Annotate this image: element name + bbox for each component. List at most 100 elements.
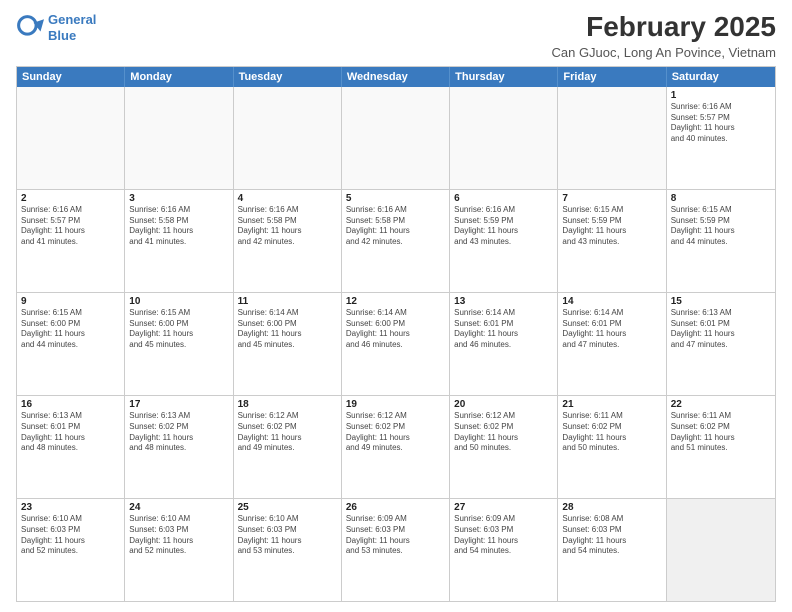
calendar-cell: 9Sunrise: 6:15 AM Sunset: 6:00 PM Daylig… [17,293,125,395]
day-info: Sunrise: 6:13 AM Sunset: 6:01 PM Dayligh… [671,308,771,351]
day-number: 28 [562,502,661,513]
calendar-cell [234,87,342,189]
calendar-cell: 12Sunrise: 6:14 AM Sunset: 6:00 PM Dayli… [342,293,450,395]
calendar-row: 9Sunrise: 6:15 AM Sunset: 6:00 PM Daylig… [17,292,775,395]
calendar-cell: 24Sunrise: 6:10 AM Sunset: 6:03 PM Dayli… [125,499,233,601]
calendar-row: 2Sunrise: 6:16 AM Sunset: 5:57 PM Daylig… [17,189,775,292]
weekday-header: Saturday [667,67,775,87]
logo-icon [16,14,44,42]
calendar-cell: 10Sunrise: 6:15 AM Sunset: 6:00 PM Dayli… [125,293,233,395]
calendar-cell: 26Sunrise: 6:09 AM Sunset: 6:03 PM Dayli… [342,499,450,601]
month-title: February 2025 [551,12,776,43]
day-info: Sunrise: 6:10 AM Sunset: 6:03 PM Dayligh… [238,514,337,557]
calendar-cell: 2Sunrise: 6:16 AM Sunset: 5:57 PM Daylig… [17,190,125,292]
day-number: 16 [21,399,120,410]
day-number: 25 [238,502,337,513]
calendar-cell: 18Sunrise: 6:12 AM Sunset: 6:02 PM Dayli… [234,396,342,498]
day-number: 1 [671,90,771,101]
day-number: 18 [238,399,337,410]
weekday-header: Monday [125,67,233,87]
day-number: 22 [671,399,771,410]
calendar-cell: 21Sunrise: 6:11 AM Sunset: 6:02 PM Dayli… [558,396,666,498]
calendar-cell: 5Sunrise: 6:16 AM Sunset: 5:58 PM Daylig… [342,190,450,292]
weekday-header: Wednesday [342,67,450,87]
calendar-cell: 1Sunrise: 6:16 AM Sunset: 5:57 PM Daylig… [667,87,775,189]
calendar-cell [450,87,558,189]
logo-blue: Blue [48,28,76,43]
day-number: 7 [562,193,661,204]
day-info: Sunrise: 6:08 AM Sunset: 6:03 PM Dayligh… [562,514,661,557]
day-info: Sunrise: 6:16 AM Sunset: 5:58 PM Dayligh… [238,205,337,248]
day-number: 3 [129,193,228,204]
day-number: 26 [346,502,445,513]
day-info: Sunrise: 6:14 AM Sunset: 6:01 PM Dayligh… [454,308,553,351]
calendar-cell: 19Sunrise: 6:12 AM Sunset: 6:02 PM Dayli… [342,396,450,498]
day-info: Sunrise: 6:16 AM Sunset: 5:59 PM Dayligh… [454,205,553,248]
calendar-row: 23Sunrise: 6:10 AM Sunset: 6:03 PM Dayli… [17,498,775,601]
calendar-cell [125,87,233,189]
calendar-body: 1Sunrise: 6:16 AM Sunset: 5:57 PM Daylig… [17,87,775,601]
day-info: Sunrise: 6:15 AM Sunset: 6:00 PM Dayligh… [21,308,120,351]
day-info: Sunrise: 6:14 AM Sunset: 6:00 PM Dayligh… [346,308,445,351]
day-info: Sunrise: 6:16 AM Sunset: 5:58 PM Dayligh… [346,205,445,248]
calendar-cell: 6Sunrise: 6:16 AM Sunset: 5:59 PM Daylig… [450,190,558,292]
day-info: Sunrise: 6:13 AM Sunset: 6:01 PM Dayligh… [21,411,120,454]
day-number: 27 [454,502,553,513]
day-info: Sunrise: 6:16 AM Sunset: 5:58 PM Dayligh… [129,205,228,248]
calendar-cell: 17Sunrise: 6:13 AM Sunset: 6:02 PM Dayli… [125,396,233,498]
day-number: 15 [671,296,771,307]
day-number: 11 [238,296,337,307]
day-number: 9 [21,296,120,307]
calendar-cell: 4Sunrise: 6:16 AM Sunset: 5:58 PM Daylig… [234,190,342,292]
title-area: February 2025 Can GJuoc, Long An Povince… [551,12,776,60]
day-info: Sunrise: 6:12 AM Sunset: 6:02 PM Dayligh… [238,411,337,454]
weekday-header: Thursday [450,67,558,87]
day-number: 5 [346,193,445,204]
day-info: Sunrise: 6:15 AM Sunset: 5:59 PM Dayligh… [671,205,771,248]
calendar-cell: 14Sunrise: 6:14 AM Sunset: 6:01 PM Dayli… [558,293,666,395]
location-subtitle: Can GJuoc, Long An Povince, Vietnam [551,45,776,60]
calendar-cell: 3Sunrise: 6:16 AM Sunset: 5:58 PM Daylig… [125,190,233,292]
day-number: 10 [129,296,228,307]
day-info: Sunrise: 6:16 AM Sunset: 5:57 PM Dayligh… [21,205,120,248]
day-number: 4 [238,193,337,204]
day-number: 19 [346,399,445,410]
day-info: Sunrise: 6:13 AM Sunset: 6:02 PM Dayligh… [129,411,228,454]
calendar-cell [17,87,125,189]
day-number: 2 [21,193,120,204]
calendar-cell: 16Sunrise: 6:13 AM Sunset: 6:01 PM Dayli… [17,396,125,498]
day-number: 21 [562,399,661,410]
calendar-row: 16Sunrise: 6:13 AM Sunset: 6:01 PM Dayli… [17,395,775,498]
day-number: 14 [562,296,661,307]
day-info: Sunrise: 6:11 AM Sunset: 6:02 PM Dayligh… [562,411,661,454]
day-info: Sunrise: 6:12 AM Sunset: 6:02 PM Dayligh… [346,411,445,454]
day-number: 13 [454,296,553,307]
calendar-cell: 25Sunrise: 6:10 AM Sunset: 6:03 PM Dayli… [234,499,342,601]
day-number: 23 [21,502,120,513]
calendar-cell: 27Sunrise: 6:09 AM Sunset: 6:03 PM Dayli… [450,499,558,601]
weekday-header: Tuesday [234,67,342,87]
calendar-row: 1Sunrise: 6:16 AM Sunset: 5:57 PM Daylig… [17,87,775,189]
day-info: Sunrise: 6:15 AM Sunset: 6:00 PM Dayligh… [129,308,228,351]
day-info: Sunrise: 6:10 AM Sunset: 6:03 PM Dayligh… [21,514,120,557]
day-number: 17 [129,399,228,410]
calendar-cell: 13Sunrise: 6:14 AM Sunset: 6:01 PM Dayli… [450,293,558,395]
calendar-cell: 7Sunrise: 6:15 AM Sunset: 5:59 PM Daylig… [558,190,666,292]
header: General Blue February 2025 Can GJuoc, Lo… [16,12,776,60]
day-info: Sunrise: 6:14 AM Sunset: 6:01 PM Dayligh… [562,308,661,351]
day-info: Sunrise: 6:11 AM Sunset: 6:02 PM Dayligh… [671,411,771,454]
day-number: 6 [454,193,553,204]
calendar-cell [342,87,450,189]
logo-text: General Blue [48,12,96,43]
calendar-cell: 11Sunrise: 6:14 AM Sunset: 6:00 PM Dayli… [234,293,342,395]
calendar-cell: 20Sunrise: 6:12 AM Sunset: 6:02 PM Dayli… [450,396,558,498]
calendar-cell: 15Sunrise: 6:13 AM Sunset: 6:01 PM Dayli… [667,293,775,395]
calendar-cell: 28Sunrise: 6:08 AM Sunset: 6:03 PM Dayli… [558,499,666,601]
day-number: 12 [346,296,445,307]
day-info: Sunrise: 6:16 AM Sunset: 5:57 PM Dayligh… [671,102,771,145]
calendar-cell: 8Sunrise: 6:15 AM Sunset: 5:59 PM Daylig… [667,190,775,292]
calendar: SundayMondayTuesdayWednesdayThursdayFrid… [16,66,776,602]
calendar-cell: 23Sunrise: 6:10 AM Sunset: 6:03 PM Dayli… [17,499,125,601]
logo: General Blue [16,12,96,43]
weekday-header: Sunday [17,67,125,87]
